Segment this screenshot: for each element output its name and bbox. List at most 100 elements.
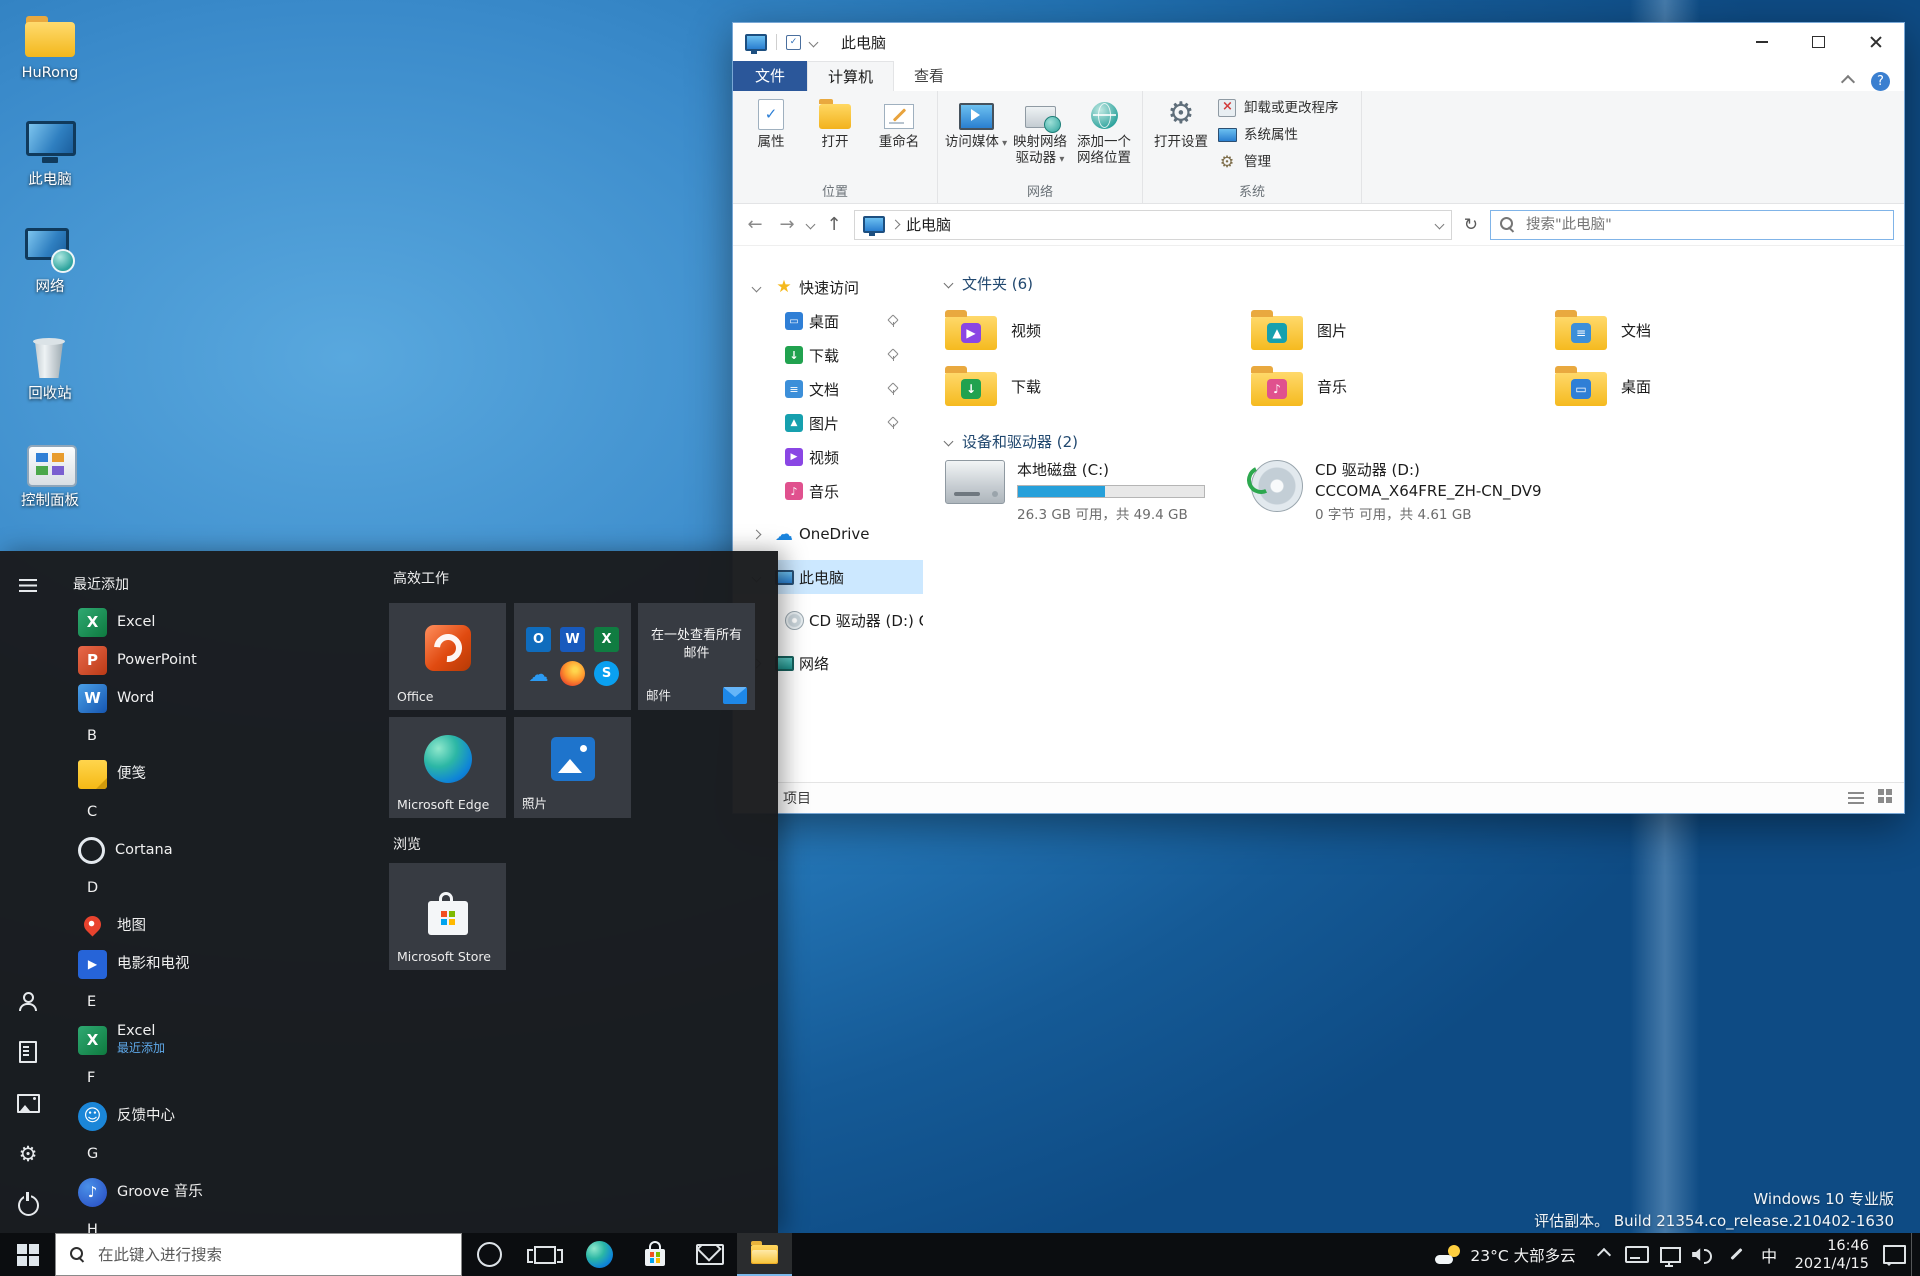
ribbon-button[interactable]: 卸载或更改程序 bbox=[1213, 94, 1355, 121]
volume-button[interactable] bbox=[1687, 1233, 1720, 1276]
settings-button[interactable] bbox=[4, 1130, 52, 1178]
title-bar[interactable]: 此电脑 bbox=[733, 23, 1904, 61]
address-bar[interactable]: 此电脑 bbox=[854, 209, 1452, 240]
tile-edge[interactable]: Microsoft Edge bbox=[389, 717, 506, 818]
back-button[interactable]: ← bbox=[743, 214, 767, 235]
start-app-item[interactable]: H bbox=[59, 1211, 387, 1234]
action-center-button[interactable] bbox=[1878, 1233, 1911, 1276]
thumbnail-view-icon[interactable] bbox=[1878, 789, 1884, 795]
start-app-item[interactable]: F bbox=[59, 1059, 387, 1097]
close-button[interactable] bbox=[1847, 23, 1904, 61]
qat-customize-icon[interactable] bbox=[808, 37, 819, 47]
network-button[interactable] bbox=[1654, 1233, 1687, 1276]
collapse-section-icon[interactable] bbox=[943, 436, 954, 446]
start-app-item[interactable]: B bbox=[59, 717, 387, 755]
start-app-item[interactable]: PowerPoint bbox=[59, 641, 387, 679]
power-button[interactable] bbox=[4, 1181, 52, 1229]
start-app-item[interactable]: E bbox=[59, 983, 387, 1021]
recent-locations-icon[interactable] bbox=[805, 219, 816, 230]
ribbon-button[interactable]: 属性 bbox=[739, 94, 803, 180]
ime-indicator[interactable]: 中 bbox=[1753, 1233, 1786, 1276]
folders-section-header[interactable]: 文件夹 (6) bbox=[943, 272, 1886, 294]
hidden-icons-button[interactable] bbox=[1588, 1233, 1621, 1276]
start-app-item[interactable]: Word bbox=[59, 679, 387, 717]
minimize-button[interactable] bbox=[1733, 23, 1790, 61]
mail-taskbar-button[interactable] bbox=[682, 1233, 737, 1276]
user-button[interactable] bbox=[4, 977, 52, 1025]
help-icon[interactable]: ? bbox=[1871, 72, 1890, 91]
start-app-item[interactable]: Excel bbox=[59, 603, 387, 641]
ribbon-button[interactable]: 重命名 bbox=[867, 94, 931, 180]
tab-file[interactable]: 文件 bbox=[733, 61, 808, 91]
explorer-search-box[interactable] bbox=[1490, 209, 1894, 240]
start-app-item[interactable]: 反馈中心 bbox=[59, 1097, 387, 1135]
tab-view[interactable]: 查看 bbox=[894, 61, 964, 91]
start-app-item[interactable]: D bbox=[59, 869, 387, 907]
explorer-search-input[interactable] bbox=[1524, 215, 1884, 234]
collapse-ribbon-icon[interactable] bbox=[1840, 74, 1856, 89]
sidebar-item-onedrive[interactable]: OneDrive bbox=[733, 517, 923, 551]
desktop-icon[interactable]: 回收站 bbox=[4, 333, 96, 427]
tile-group-header[interactable]: 高效工作 bbox=[393, 568, 449, 588]
start-app-item[interactable]: Cortana bbox=[59, 831, 387, 869]
start-app-item[interactable]: 便笺 bbox=[59, 755, 387, 793]
maximize-button[interactable] bbox=[1790, 23, 1847, 61]
ribbon-button[interactable]: 打开设置 bbox=[1149, 94, 1213, 180]
tile-photos[interactable]: 照片 bbox=[514, 717, 631, 818]
ribbon-button[interactable]: 打开 bbox=[803, 94, 867, 180]
desktop-icon[interactable]: HuRong bbox=[4, 12, 96, 106]
start-app-item[interactable]: G bbox=[59, 1135, 387, 1173]
chevron-down-icon[interactable] bbox=[751, 282, 762, 292]
folder-item[interactable]: 文档 bbox=[1555, 302, 1886, 358]
folder-item[interactable]: 桌面 bbox=[1555, 358, 1886, 414]
tile-app-group[interactable] bbox=[514, 603, 631, 710]
collapse-section-icon[interactable] bbox=[943, 278, 954, 288]
ribbon-button[interactable]: 系统属性 bbox=[1213, 121, 1355, 148]
sidebar-item[interactable]: 文档 bbox=[733, 372, 923, 406]
tile-office[interactable]: Office bbox=[389, 603, 506, 710]
documents-button[interactable] bbox=[4, 1028, 52, 1076]
folder-item[interactable]: 图片 bbox=[1251, 302, 1555, 358]
cortana-button[interactable] bbox=[462, 1233, 517, 1276]
breadcrumb-chevron-icon[interactable] bbox=[890, 219, 901, 230]
ribbon-button[interactable]: 添加一个网络位置 bbox=[1072, 94, 1136, 180]
clock[interactable]: 16:46 2021/4/15 bbox=[1786, 1237, 1878, 1273]
refresh-icon[interactable]: ↻ bbox=[1460, 215, 1482, 235]
pen-button[interactable] bbox=[1720, 1233, 1753, 1276]
ribbon-button[interactable]: 管理 bbox=[1213, 148, 1355, 175]
show-desktop-button[interactable] bbox=[1911, 1233, 1920, 1276]
details-view-icon[interactable] bbox=[1848, 792, 1864, 804]
breadcrumb[interactable]: 此电脑 bbox=[906, 214, 951, 235]
task-view-button[interactable] bbox=[517, 1233, 572, 1276]
qat-properties-icon[interactable] bbox=[786, 34, 801, 50]
sidebar-item[interactable]: 图片 bbox=[733, 406, 923, 440]
store-taskbar-button[interactable] bbox=[627, 1233, 682, 1276]
folder-item[interactable]: 视频 bbox=[945, 302, 1251, 358]
sidebar-item[interactable]: 音乐 bbox=[733, 474, 923, 508]
taskbar-search[interactable] bbox=[55, 1233, 462, 1276]
touch-keyboard-button[interactable] bbox=[1621, 1233, 1654, 1276]
sidebar-item-quick-access[interactable]: 快速访问 bbox=[733, 270, 923, 304]
explorer-taskbar-button[interactable] bbox=[737, 1233, 792, 1276]
sidebar-item[interactable]: 下载 bbox=[733, 338, 923, 372]
sidebar-item[interactable]: 桌面 bbox=[733, 304, 923, 338]
ribbon-button[interactable]: 映射网络驱动器 bbox=[1008, 94, 1072, 180]
start-app-item[interactable]: Excel 最近添加 bbox=[59, 1021, 387, 1059]
desktop-icon[interactable]: 网络 bbox=[4, 226, 96, 320]
address-dropdown-icon[interactable] bbox=[1434, 219, 1445, 230]
desktop-icon[interactable]: 控制面板 bbox=[4, 440, 96, 534]
taskbar-search-input[interactable] bbox=[96, 1244, 461, 1265]
start-app-item[interactable]: 地图 bbox=[59, 907, 387, 945]
tile-mail[interactable]: 在一处查看所有邮件 邮件 bbox=[638, 603, 755, 710]
drive-d-item[interactable]: CD 驱动器 (D:) CCCOMA_X64FRE_ZH-CN_DV9 0 字节… bbox=[1251, 460, 1886, 523]
chevron-right-icon[interactable] bbox=[751, 529, 762, 539]
sidebar-item[interactable]: 视频 bbox=[733, 440, 923, 474]
start-app-item[interactable]: C bbox=[59, 793, 387, 831]
drive-c-item[interactable]: 本地磁盘 (C:) 26.3 GB 可用，共 49.4 GB bbox=[945, 460, 1251, 523]
start-app-item[interactable]: Groove 音乐 bbox=[59, 1173, 387, 1211]
folder-item[interactable]: 下载 bbox=[945, 358, 1251, 414]
tile-group-header[interactable]: 浏览 bbox=[393, 834, 421, 854]
weather-widget[interactable]: 23°C 大部多云 bbox=[1423, 1244, 1587, 1266]
ribbon-button[interactable]: 访问媒体 bbox=[944, 94, 1008, 180]
tab-computer[interactable]: 计算机 bbox=[807, 61, 895, 91]
